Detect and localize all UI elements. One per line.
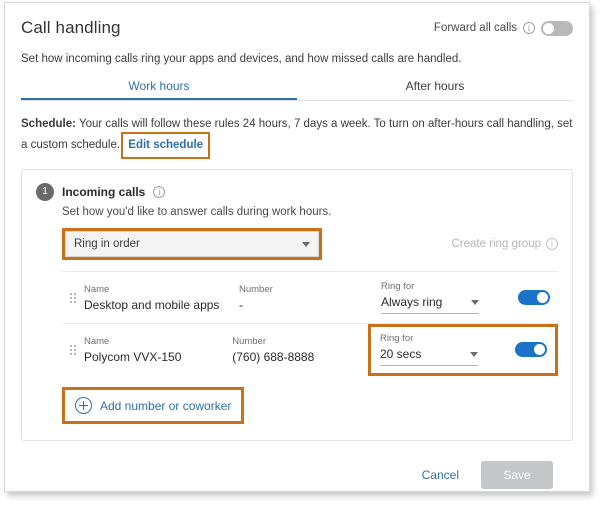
info-icon[interactable]: i: [546, 238, 558, 250]
drag-handle-icon[interactable]: [62, 344, 84, 355]
edit-schedule-link[interactable]: Edit schedule: [121, 132, 211, 159]
card-header: 1 Incoming calls i: [36, 183, 558, 201]
panel-subtitle: Set how incoming calls ring your apps an…: [21, 53, 462, 65]
toggle-knob: [534, 344, 545, 355]
ring-mode-highlight: Ring in order: [62, 228, 322, 260]
card-title: Incoming calls: [62, 185, 146, 199]
ring-mode-select[interactable]: Ring in order: [65, 231, 319, 257]
row-number-value: (760) 688-8888: [232, 349, 315, 364]
row-name-value: Desktop and mobile apps: [84, 297, 220, 312]
column-header-number: Number: [232, 335, 267, 347]
card-subtitle: Set how you'd like to answer calls durin…: [62, 206, 332, 218]
create-ring-group-action[interactable]: Create ring group i: [451, 238, 558, 250]
toggle-knob: [543, 22, 554, 34]
incoming-calls-card: 1 Incoming calls i Set how you'd like to…: [21, 169, 573, 441]
table-row: Name Desktop and mobile apps Number - Ri…: [62, 271, 558, 323]
tab-work-hours[interactable]: Work hours: [21, 79, 297, 100]
row-enable-toggle[interactable]: [515, 342, 547, 357]
ring-for-value: 20 secs: [380, 347, 422, 361]
ring-mode-value: Ring in order: [74, 238, 140, 250]
ring-for-highlight: Ring for 20 secs: [368, 323, 558, 376]
tab-bar: Work hours After hours: [21, 79, 573, 101]
panel-footer: Cancel Save: [21, 441, 573, 489]
row-name-cell: Name Desktop and mobile apps: [84, 284, 239, 312]
ring-for-select[interactable]: 20 secs: [380, 347, 478, 366]
row-number-value: -: [239, 297, 243, 312]
schedule-description: Schedule: Your calls will follow these r…: [21, 115, 573, 159]
column-header-name: Name: [84, 335, 110, 347]
row-name-value: Polycom VVX-150: [84, 349, 182, 364]
row-name-cell: Name Polycom VVX-150: [84, 336, 232, 364]
chevron-down-icon: [302, 241, 310, 247]
add-number-or-coworker-label: Add number or coworker: [100, 398, 232, 413]
schedule-label: Schedule:: [21, 118, 76, 130]
drag-handle-icon[interactable]: [62, 292, 84, 303]
row-toggle-wrap: [518, 290, 558, 305]
create-ring-group-label: Create ring group: [451, 238, 542, 250]
info-icon[interactable]: i: [153, 186, 166, 198]
toggle-knob: [537, 292, 548, 303]
row-number-cell: Number -: [239, 284, 381, 312]
step-badge: 1: [36, 183, 54, 201]
row-ring-for-cell: Ring for 20 secs: [380, 333, 492, 366]
panel-header: Call handling Forward all calls i: [21, 15, 573, 41]
save-button[interactable]: Save: [481, 461, 553, 489]
ring-mode-row: Ring in order Create ring group i: [62, 228, 558, 260]
table-row: Name Polycom VVX-150 Number (760) 688-88…: [62, 323, 558, 376]
ring-for-select[interactable]: Always ring: [381, 295, 479, 314]
add-number-or-coworker-button[interactable]: Add number or coworker: [62, 387, 245, 424]
ring-for-value: Always ring: [381, 295, 443, 309]
plus-circle-icon: [75, 397, 92, 414]
row-enable-toggle[interactable]: [518, 290, 550, 305]
column-header-name: Name: [84, 283, 110, 295]
column-header-ring-for: Ring for: [381, 281, 415, 292]
page-title: Call handling: [21, 18, 121, 37]
row-toggle-wrap: [515, 342, 555, 357]
column-header-ring-for: Ring for: [380, 333, 414, 344]
forward-all-calls-label: Forward all calls: [433, 22, 517, 34]
call-handling-panel: Call handling Forward all calls i Set ho…: [4, 2, 590, 492]
info-icon[interactable]: i: [523, 22, 535, 34]
row-number-cell: Number (760) 688-8888: [232, 336, 368, 364]
column-header-number: Number: [239, 283, 273, 295]
schedule-text: Your calls will follow these rules 24 ho…: [21, 118, 573, 151]
forward-all-calls-toggle[interactable]: [541, 20, 573, 36]
device-list: Name Desktop and mobile apps Number - Ri…: [62, 271, 558, 376]
tab-after-hours[interactable]: After hours: [297, 79, 573, 100]
chevron-down-icon: [471, 299, 479, 305]
chevron-down-icon: [470, 351, 478, 357]
forward-all-calls-control: Forward all calls i: [433, 20, 573, 36]
cancel-button[interactable]: Cancel: [422, 468, 459, 482]
row-ring-for-cell: Ring for Always ring: [381, 281, 493, 314]
